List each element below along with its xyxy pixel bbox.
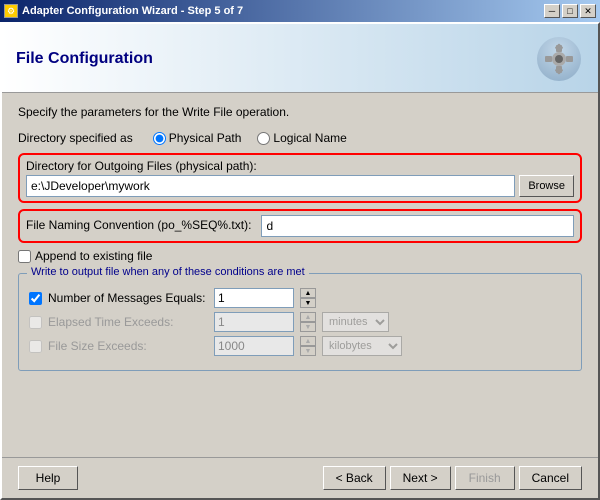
messages-spinner-up[interactable]: ▲ — [300, 288, 316, 298]
radio-logical-name[interactable]: Logical Name — [257, 131, 346, 145]
time-label: Elapsed Time Exceeds: — [48, 315, 208, 329]
conditions-group-box: Write to output file when any of these c… — [18, 273, 582, 371]
title-bar-buttons: ─ □ ✕ — [544, 4, 596, 18]
browse-button[interactable]: Browse — [519, 175, 574, 197]
size-checkbox[interactable] — [29, 340, 42, 353]
header-area: File Configuration — [2, 24, 598, 93]
title-bar-left: ⚙ Adapter Configuration Wizard - Step 5 … — [4, 4, 243, 18]
time-spinner-up: ▲ — [300, 312, 316, 322]
main-window: File Configuration — [0, 22, 600, 500]
time-spinner: ▲ ▼ — [300, 312, 316, 332]
title-bar: ⚙ Adapter Configuration Wizard - Step 5 … — [0, 0, 600, 22]
time-input — [214, 312, 294, 332]
naming-field-row: File Naming Convention (po_%SEQ%.txt): — [26, 215, 574, 237]
directory-field-group: Directory for Outgoing Files (physical p… — [18, 153, 582, 203]
messages-label: Number of Messages Equals: — [48, 291, 208, 305]
size-input — [214, 336, 294, 356]
close-button[interactable]: ✕ — [580, 4, 596, 18]
time-spinner-down: ▼ — [300, 322, 316, 332]
nav-buttons: < Back Next > Finish Cancel — [323, 466, 582, 490]
description-text: Specify the parameters for the Write Fil… — [18, 105, 582, 119]
size-spinner-down: ▼ — [300, 346, 316, 356]
messages-checkbox[interactable] — [29, 292, 42, 305]
title-bar-text: Adapter Configuration Wizard - Step 5 of… — [22, 5, 243, 17]
time-unit-select: minutes hours seconds — [322, 312, 389, 332]
naming-field-group: File Naming Convention (po_%SEQ%.txt): — [18, 209, 582, 243]
help-button[interactable]: Help — [18, 466, 78, 490]
maximize-button[interactable]: □ — [562, 4, 578, 18]
radio-logical-name-label: Logical Name — [273, 131, 346, 145]
minimize-button[interactable]: ─ — [544, 4, 560, 18]
time-checkbox[interactable] — [29, 316, 42, 329]
button-bar: Help < Back Next > Finish Cancel — [2, 457, 598, 498]
conditions-group-title: Write to output file when any of these c… — [27, 266, 309, 278]
messages-spinner[interactable]: ▲ ▼ — [300, 288, 316, 308]
radio-logical-name-input[interactable] — [257, 132, 270, 145]
append-checkbox-row: Append to existing file — [18, 249, 582, 263]
cancel-button[interactable]: Cancel — [519, 466, 582, 490]
size-spinner-up: ▲ — [300, 336, 316, 346]
finish-button[interactable]: Finish — [455, 466, 515, 490]
next-button[interactable]: Next > — [390, 466, 451, 490]
messages-input[interactable] — [214, 288, 294, 308]
content-area: Specify the parameters for the Write Fil… — [2, 93, 598, 457]
back-button[interactable]: < Back — [323, 466, 386, 490]
radio-physical-path-label: Physical Path — [169, 131, 242, 145]
append-checkbox-label: Append to existing file — [35, 249, 152, 263]
condition-row-time: Elapsed Time Exceeds: ▲ ▼ minutes hours … — [29, 312, 571, 332]
radio-physical-path[interactable]: Physical Path — [153, 131, 242, 145]
condition-row-messages: Number of Messages Equals: ▲ ▼ — [29, 288, 571, 308]
naming-input[interactable] — [261, 215, 574, 237]
size-unit-select: kilobytes megabytes bytes — [322, 336, 402, 356]
messages-spinner-down[interactable]: ▼ — [300, 298, 316, 308]
radio-physical-path-input[interactable] — [153, 132, 166, 145]
size-spinner: ▲ ▼ — [300, 336, 316, 356]
append-checkbox[interactable] — [18, 250, 31, 263]
directory-type-label: Directory specified as — [18, 131, 133, 145]
directory-type-group: Directory specified as Physical Path Log… — [18, 131, 582, 145]
naming-field-label: File Naming Convention (po_%SEQ%.txt): — [26, 218, 251, 232]
size-label: File Size Exceeds: — [48, 339, 208, 353]
app-icon: ⚙ — [4, 4, 18, 18]
page-title: File Configuration — [16, 50, 153, 68]
directory-input[interactable] — [26, 175, 515, 197]
gear-icon — [534, 34, 584, 84]
directory-field-row: Browse — [26, 175, 574, 197]
condition-row-size: File Size Exceeds: ▲ ▼ kilobytes megabyt… — [29, 336, 571, 356]
directory-field-label: Directory for Outgoing Files (physical p… — [26, 159, 574, 173]
